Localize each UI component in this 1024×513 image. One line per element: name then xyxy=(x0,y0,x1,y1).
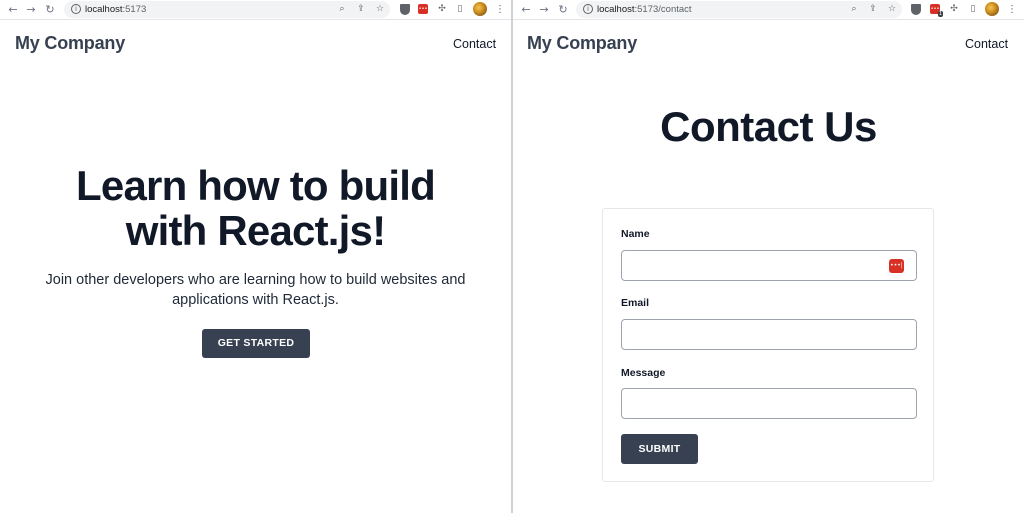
profile-avatar[interactable] xyxy=(473,2,487,16)
get-started-button[interactable]: GET STARTED xyxy=(202,329,310,358)
zoom-icon[interactable]: ⌕ xyxy=(336,3,348,16)
extension-badge: 1 xyxy=(937,11,943,17)
info-icon[interactable]: i xyxy=(71,4,81,14)
zoom-icon[interactable]: ⌕ xyxy=(848,3,860,16)
shield-extension-icon[interactable] xyxy=(400,4,410,15)
nav-link-contact[interactable]: Contact xyxy=(453,37,496,51)
bookmark-star-icon[interactable]: ☆ xyxy=(374,3,386,16)
url-text[interactable]: localhost:5173 xyxy=(85,3,146,16)
address-bar[interactable]: i localhost:5173 ⌕ ⇪ ☆ xyxy=(64,1,390,18)
info-icon[interactable]: i xyxy=(583,4,593,14)
forward-arrow-icon[interactable]: → xyxy=(537,3,551,17)
page-title: Contact Us xyxy=(660,103,877,150)
profile-avatar[interactable] xyxy=(985,2,999,16)
side-panel-icon[interactable]: ▯ xyxy=(967,3,979,15)
forward-arrow-icon[interactable]: → xyxy=(24,3,38,17)
address-bar[interactable]: i localhost:5173/contact ⌕ ⇪ ☆ xyxy=(576,1,902,18)
bookmark-star-icon[interactable]: ☆ xyxy=(886,3,898,16)
nav-link-contact[interactable]: Contact xyxy=(965,37,1008,51)
extensions-puzzle-icon[interactable]: ✣ xyxy=(948,3,960,15)
browser-toolbar: ← → ↻ i localhost:5173 ⌕ ⇪ ☆ ✣ ▯ ⋮ xyxy=(0,0,511,20)
submit-button[interactable]: SUBMIT xyxy=(621,434,698,464)
side-panel-icon[interactable]: ▯ xyxy=(454,3,466,15)
share-icon[interactable]: ⇪ xyxy=(355,3,367,16)
browser-toolbar: ← → ↻ i localhost:5173/contact ⌕ ⇪ ☆ 1 ✣… xyxy=(513,0,1024,20)
password-manager-extension-icon[interactable] xyxy=(418,3,428,15)
browser-menu-icon[interactable]: ⋮ xyxy=(1007,3,1017,16)
share-icon[interactable]: ⇪ xyxy=(867,3,879,16)
hero-subtitle: Join other developers who are learning h… xyxy=(45,272,466,308)
brand-logo[interactable]: My Company xyxy=(527,33,637,54)
browser-window-home: ← → ↻ i localhost:5173 ⌕ ⇪ ☆ ✣ ▯ ⋮ My Co… xyxy=(0,0,511,513)
reload-icon[interactable]: ↻ xyxy=(43,3,57,17)
browser-window-contact: ← → ↻ i localhost:5173/contact ⌕ ⇪ ☆ 1 ✣… xyxy=(513,0,1024,513)
message-field[interactable] xyxy=(621,388,917,419)
back-arrow-icon[interactable]: ← xyxy=(6,3,20,17)
brand-logo[interactable]: My Company xyxy=(15,33,125,54)
name-field[interactable] xyxy=(621,250,917,281)
extensions-puzzle-icon[interactable]: ✣ xyxy=(436,3,448,15)
shield-extension-icon[interactable] xyxy=(911,4,921,15)
contact-form: Name Email Message SUBMIT xyxy=(602,208,934,482)
password-manager-icon[interactable] xyxy=(889,259,904,273)
password-manager-extension-icon[interactable]: 1 xyxy=(930,3,943,17)
url-text[interactable]: localhost:5173/contact xyxy=(597,3,692,16)
message-label: Message xyxy=(621,367,666,379)
name-label: Name xyxy=(621,228,650,240)
hero-title: Learn how to build with React.js! xyxy=(76,162,436,254)
browser-menu-icon[interactable]: ⋮ xyxy=(495,3,505,16)
email-label: Email xyxy=(621,297,650,309)
reload-icon[interactable]: ↻ xyxy=(556,3,570,17)
back-arrow-icon[interactable]: ← xyxy=(519,3,533,17)
email-field[interactable] xyxy=(621,319,917,350)
